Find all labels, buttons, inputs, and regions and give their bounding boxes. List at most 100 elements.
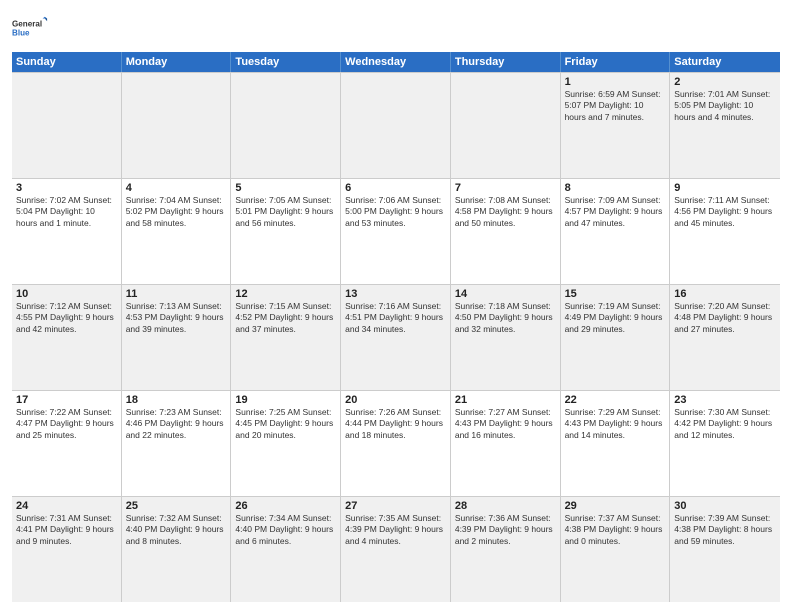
day-header-friday: Friday xyxy=(561,52,671,72)
day-cell-empty xyxy=(12,73,122,178)
day-cell-10: 10Sunrise: 7:12 AM Sunset: 4:55 PM Dayli… xyxy=(12,285,122,390)
day-number: 13 xyxy=(345,288,446,300)
day-number: 21 xyxy=(455,394,556,406)
day-info: Sunrise: 7:20 AM Sunset: 4:48 PM Dayligh… xyxy=(674,301,776,335)
day-number: 25 xyxy=(126,500,227,512)
day-number: 6 xyxy=(345,182,446,194)
day-number: 15 xyxy=(565,288,666,300)
day-number: 8 xyxy=(565,182,666,194)
day-number: 2 xyxy=(674,76,776,88)
day-info: Sunrise: 7:05 AM Sunset: 5:01 PM Dayligh… xyxy=(235,195,336,229)
week-row-1: 1Sunrise: 6:59 AM Sunset: 5:07 PM Daylig… xyxy=(12,72,780,178)
week-row-5: 24Sunrise: 7:31 AM Sunset: 4:41 PM Dayli… xyxy=(12,496,780,602)
day-cell-15: 15Sunrise: 7:19 AM Sunset: 4:49 PM Dayli… xyxy=(561,285,671,390)
page-header: General Blue xyxy=(12,10,780,46)
day-cell-20: 20Sunrise: 7:26 AM Sunset: 4:44 PM Dayli… xyxy=(341,391,451,496)
day-cell-3: 3Sunrise: 7:02 AM Sunset: 5:04 PM Daylig… xyxy=(12,179,122,284)
day-number: 14 xyxy=(455,288,556,300)
logo: General Blue xyxy=(12,10,48,46)
day-number: 20 xyxy=(345,394,446,406)
day-info: Sunrise: 7:31 AM Sunset: 4:41 PM Dayligh… xyxy=(16,513,117,547)
day-cell-18: 18Sunrise: 7:23 AM Sunset: 4:46 PM Dayli… xyxy=(122,391,232,496)
day-number: 23 xyxy=(674,394,776,406)
day-info: Sunrise: 7:35 AM Sunset: 4:39 PM Dayligh… xyxy=(345,513,446,547)
day-info: Sunrise: 7:22 AM Sunset: 4:47 PM Dayligh… xyxy=(16,407,117,441)
day-cell-19: 19Sunrise: 7:25 AM Sunset: 4:45 PM Dayli… xyxy=(231,391,341,496)
day-number: 30 xyxy=(674,500,776,512)
week-row-4: 17Sunrise: 7:22 AM Sunset: 4:47 PM Dayli… xyxy=(12,390,780,496)
day-cell-empty xyxy=(451,73,561,178)
day-header-tuesday: Tuesday xyxy=(231,52,341,72)
day-info: Sunrise: 7:37 AM Sunset: 4:38 PM Dayligh… xyxy=(565,513,666,547)
day-header-thursday: Thursday xyxy=(451,52,561,72)
day-cell-13: 13Sunrise: 7:16 AM Sunset: 4:51 PM Dayli… xyxy=(341,285,451,390)
day-cell-29: 29Sunrise: 7:37 AM Sunset: 4:38 PM Dayli… xyxy=(561,497,671,602)
day-info: Sunrise: 7:23 AM Sunset: 4:46 PM Dayligh… xyxy=(126,407,227,441)
day-info: Sunrise: 7:13 AM Sunset: 4:53 PM Dayligh… xyxy=(126,301,227,335)
day-cell-22: 22Sunrise: 7:29 AM Sunset: 4:43 PM Dayli… xyxy=(561,391,671,496)
day-info: Sunrise: 7:01 AM Sunset: 5:05 PM Dayligh… xyxy=(674,89,776,123)
day-info: Sunrise: 7:25 AM Sunset: 4:45 PM Dayligh… xyxy=(235,407,336,441)
day-info: Sunrise: 7:27 AM Sunset: 4:43 PM Dayligh… xyxy=(455,407,556,441)
day-cell-14: 14Sunrise: 7:18 AM Sunset: 4:50 PM Dayli… xyxy=(451,285,561,390)
day-cell-21: 21Sunrise: 7:27 AM Sunset: 4:43 PM Dayli… xyxy=(451,391,561,496)
day-cell-2: 2Sunrise: 7:01 AM Sunset: 5:05 PM Daylig… xyxy=(670,73,780,178)
day-info: Sunrise: 7:08 AM Sunset: 4:58 PM Dayligh… xyxy=(455,195,556,229)
calendar-body: 1Sunrise: 6:59 AM Sunset: 5:07 PM Daylig… xyxy=(12,72,780,602)
day-info: Sunrise: 7:02 AM Sunset: 5:04 PM Dayligh… xyxy=(16,195,117,229)
day-number: 29 xyxy=(565,500,666,512)
day-info: Sunrise: 7:18 AM Sunset: 4:50 PM Dayligh… xyxy=(455,301,556,335)
day-cell-6: 6Sunrise: 7:06 AM Sunset: 5:00 PM Daylig… xyxy=(341,179,451,284)
day-cell-4: 4Sunrise: 7:04 AM Sunset: 5:02 PM Daylig… xyxy=(122,179,232,284)
day-cell-12: 12Sunrise: 7:15 AM Sunset: 4:52 PM Dayli… xyxy=(231,285,341,390)
day-info: Sunrise: 7:19 AM Sunset: 4:49 PM Dayligh… xyxy=(565,301,666,335)
day-number: 10 xyxy=(16,288,117,300)
day-cell-9: 9Sunrise: 7:11 AM Sunset: 4:56 PM Daylig… xyxy=(670,179,780,284)
day-info: Sunrise: 7:04 AM Sunset: 5:02 PM Dayligh… xyxy=(126,195,227,229)
day-info: Sunrise: 7:26 AM Sunset: 4:44 PM Dayligh… xyxy=(345,407,446,441)
day-number: 5 xyxy=(235,182,336,194)
day-cell-7: 7Sunrise: 7:08 AM Sunset: 4:58 PM Daylig… xyxy=(451,179,561,284)
day-cell-empty xyxy=(341,73,451,178)
day-cell-5: 5Sunrise: 7:05 AM Sunset: 5:01 PM Daylig… xyxy=(231,179,341,284)
day-cell-8: 8Sunrise: 7:09 AM Sunset: 4:57 PM Daylig… xyxy=(561,179,671,284)
day-info: Sunrise: 7:12 AM Sunset: 4:55 PM Dayligh… xyxy=(16,301,117,335)
day-info: Sunrise: 7:11 AM Sunset: 4:56 PM Dayligh… xyxy=(674,195,776,229)
week-row-2: 3Sunrise: 7:02 AM Sunset: 5:04 PM Daylig… xyxy=(12,178,780,284)
day-number: 3 xyxy=(16,182,117,194)
day-number: 27 xyxy=(345,500,446,512)
day-info: Sunrise: 7:30 AM Sunset: 4:42 PM Dayligh… xyxy=(674,407,776,441)
day-number: 19 xyxy=(235,394,336,406)
day-header-saturday: Saturday xyxy=(670,52,780,72)
day-number: 9 xyxy=(674,182,776,194)
day-number: 16 xyxy=(674,288,776,300)
day-number: 7 xyxy=(455,182,556,194)
day-cell-28: 28Sunrise: 7:36 AM Sunset: 4:39 PM Dayli… xyxy=(451,497,561,602)
day-header-monday: Monday xyxy=(122,52,232,72)
day-number: 24 xyxy=(16,500,117,512)
day-number: 11 xyxy=(126,288,227,300)
day-number: 1 xyxy=(565,76,666,88)
day-info: Sunrise: 7:34 AM Sunset: 4:40 PM Dayligh… xyxy=(235,513,336,547)
day-cell-26: 26Sunrise: 7:34 AM Sunset: 4:40 PM Dayli… xyxy=(231,497,341,602)
day-number: 12 xyxy=(235,288,336,300)
day-cell-24: 24Sunrise: 7:31 AM Sunset: 4:41 PM Dayli… xyxy=(12,497,122,602)
day-header-wednesday: Wednesday xyxy=(341,52,451,72)
day-cell-17: 17Sunrise: 7:22 AM Sunset: 4:47 PM Dayli… xyxy=(12,391,122,496)
day-info: Sunrise: 7:32 AM Sunset: 4:40 PM Dayligh… xyxy=(126,513,227,547)
day-info: Sunrise: 6:59 AM Sunset: 5:07 PM Dayligh… xyxy=(565,89,666,123)
week-row-3: 10Sunrise: 7:12 AM Sunset: 4:55 PM Dayli… xyxy=(12,284,780,390)
day-cell-16: 16Sunrise: 7:20 AM Sunset: 4:48 PM Dayli… xyxy=(670,285,780,390)
calendar: SundayMondayTuesdayWednesdayThursdayFrid… xyxy=(12,52,780,602)
day-info: Sunrise: 7:15 AM Sunset: 4:52 PM Dayligh… xyxy=(235,301,336,335)
day-cell-empty xyxy=(231,73,341,178)
day-number: 4 xyxy=(126,182,227,194)
day-info: Sunrise: 7:09 AM Sunset: 4:57 PM Dayligh… xyxy=(565,195,666,229)
day-number: 28 xyxy=(455,500,556,512)
day-header-sunday: Sunday xyxy=(12,52,122,72)
day-info: Sunrise: 7:16 AM Sunset: 4:51 PM Dayligh… xyxy=(345,301,446,335)
day-cell-23: 23Sunrise: 7:30 AM Sunset: 4:42 PM Dayli… xyxy=(670,391,780,496)
day-cell-empty xyxy=(122,73,232,178)
day-cell-27: 27Sunrise: 7:35 AM Sunset: 4:39 PM Dayli… xyxy=(341,497,451,602)
day-number: 17 xyxy=(16,394,117,406)
